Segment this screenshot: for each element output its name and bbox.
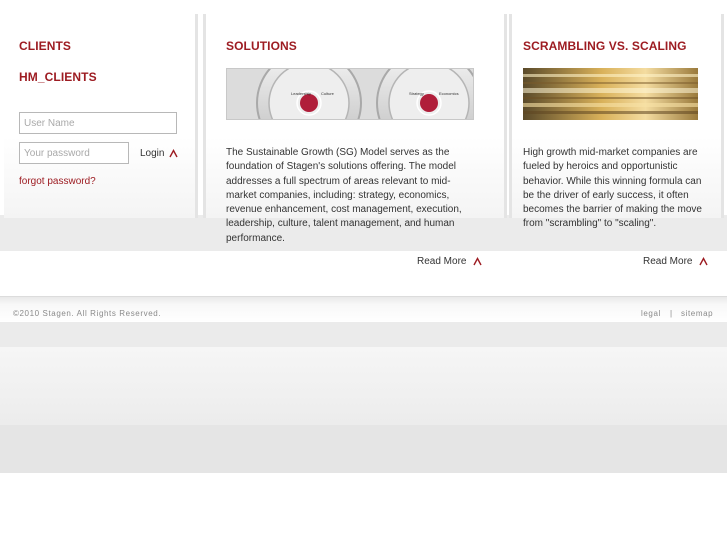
footer-separator: | [670,309,673,318]
login-label: Login [140,148,165,159]
clients-subheading: HM_CLIENTS [19,70,97,84]
username-input[interactable] [19,112,177,134]
read-more-label: Read More [643,256,693,267]
image-label: Strategy [409,91,424,96]
caret-up-icon [699,257,709,266]
background-band [0,322,727,347]
sg-model-image: Leadership Culture Strategy Economics [226,68,474,120]
solutions-read-more-link[interactable]: Read More [417,256,483,267]
sitemap-link[interactable]: sitemap [681,309,713,318]
scaling-read-more-link[interactable]: Read More [643,256,709,267]
motion-blur-image [523,68,698,120]
scaling-heading: SCRAMBLING VS. SCALING [523,39,687,53]
footer-legal-link[interactable]: legal [641,309,661,318]
caret-up-icon [169,149,179,158]
login-button[interactable]: Login [140,148,179,159]
copyright-text: ©2010 Stagen. All Rights Reserved. [13,309,162,318]
read-more-label: Read More [417,256,467,267]
image-label: Economics [439,91,459,96]
background-band [0,347,727,425]
caret-up-icon [473,257,483,266]
image-label: Culture [321,91,335,96]
image-label: Leadership [291,91,312,96]
scaling-body-text: High growth mid-market companies are fue… [523,147,702,230]
password-input[interactable] [19,142,129,164]
background-band [0,425,727,473]
clients-heading: CLIENTS [19,39,72,53]
solutions-heading: SOLUTIONS [226,39,297,53]
solutions-body-text: The Sustainable Growth (SG) Model serves… [226,147,462,244]
legal-link[interactable]: legal [641,309,661,318]
footer-sitemap-link[interactable]: sitemap [681,309,713,318]
forgot-password-link[interactable]: forgot password? [19,176,96,187]
